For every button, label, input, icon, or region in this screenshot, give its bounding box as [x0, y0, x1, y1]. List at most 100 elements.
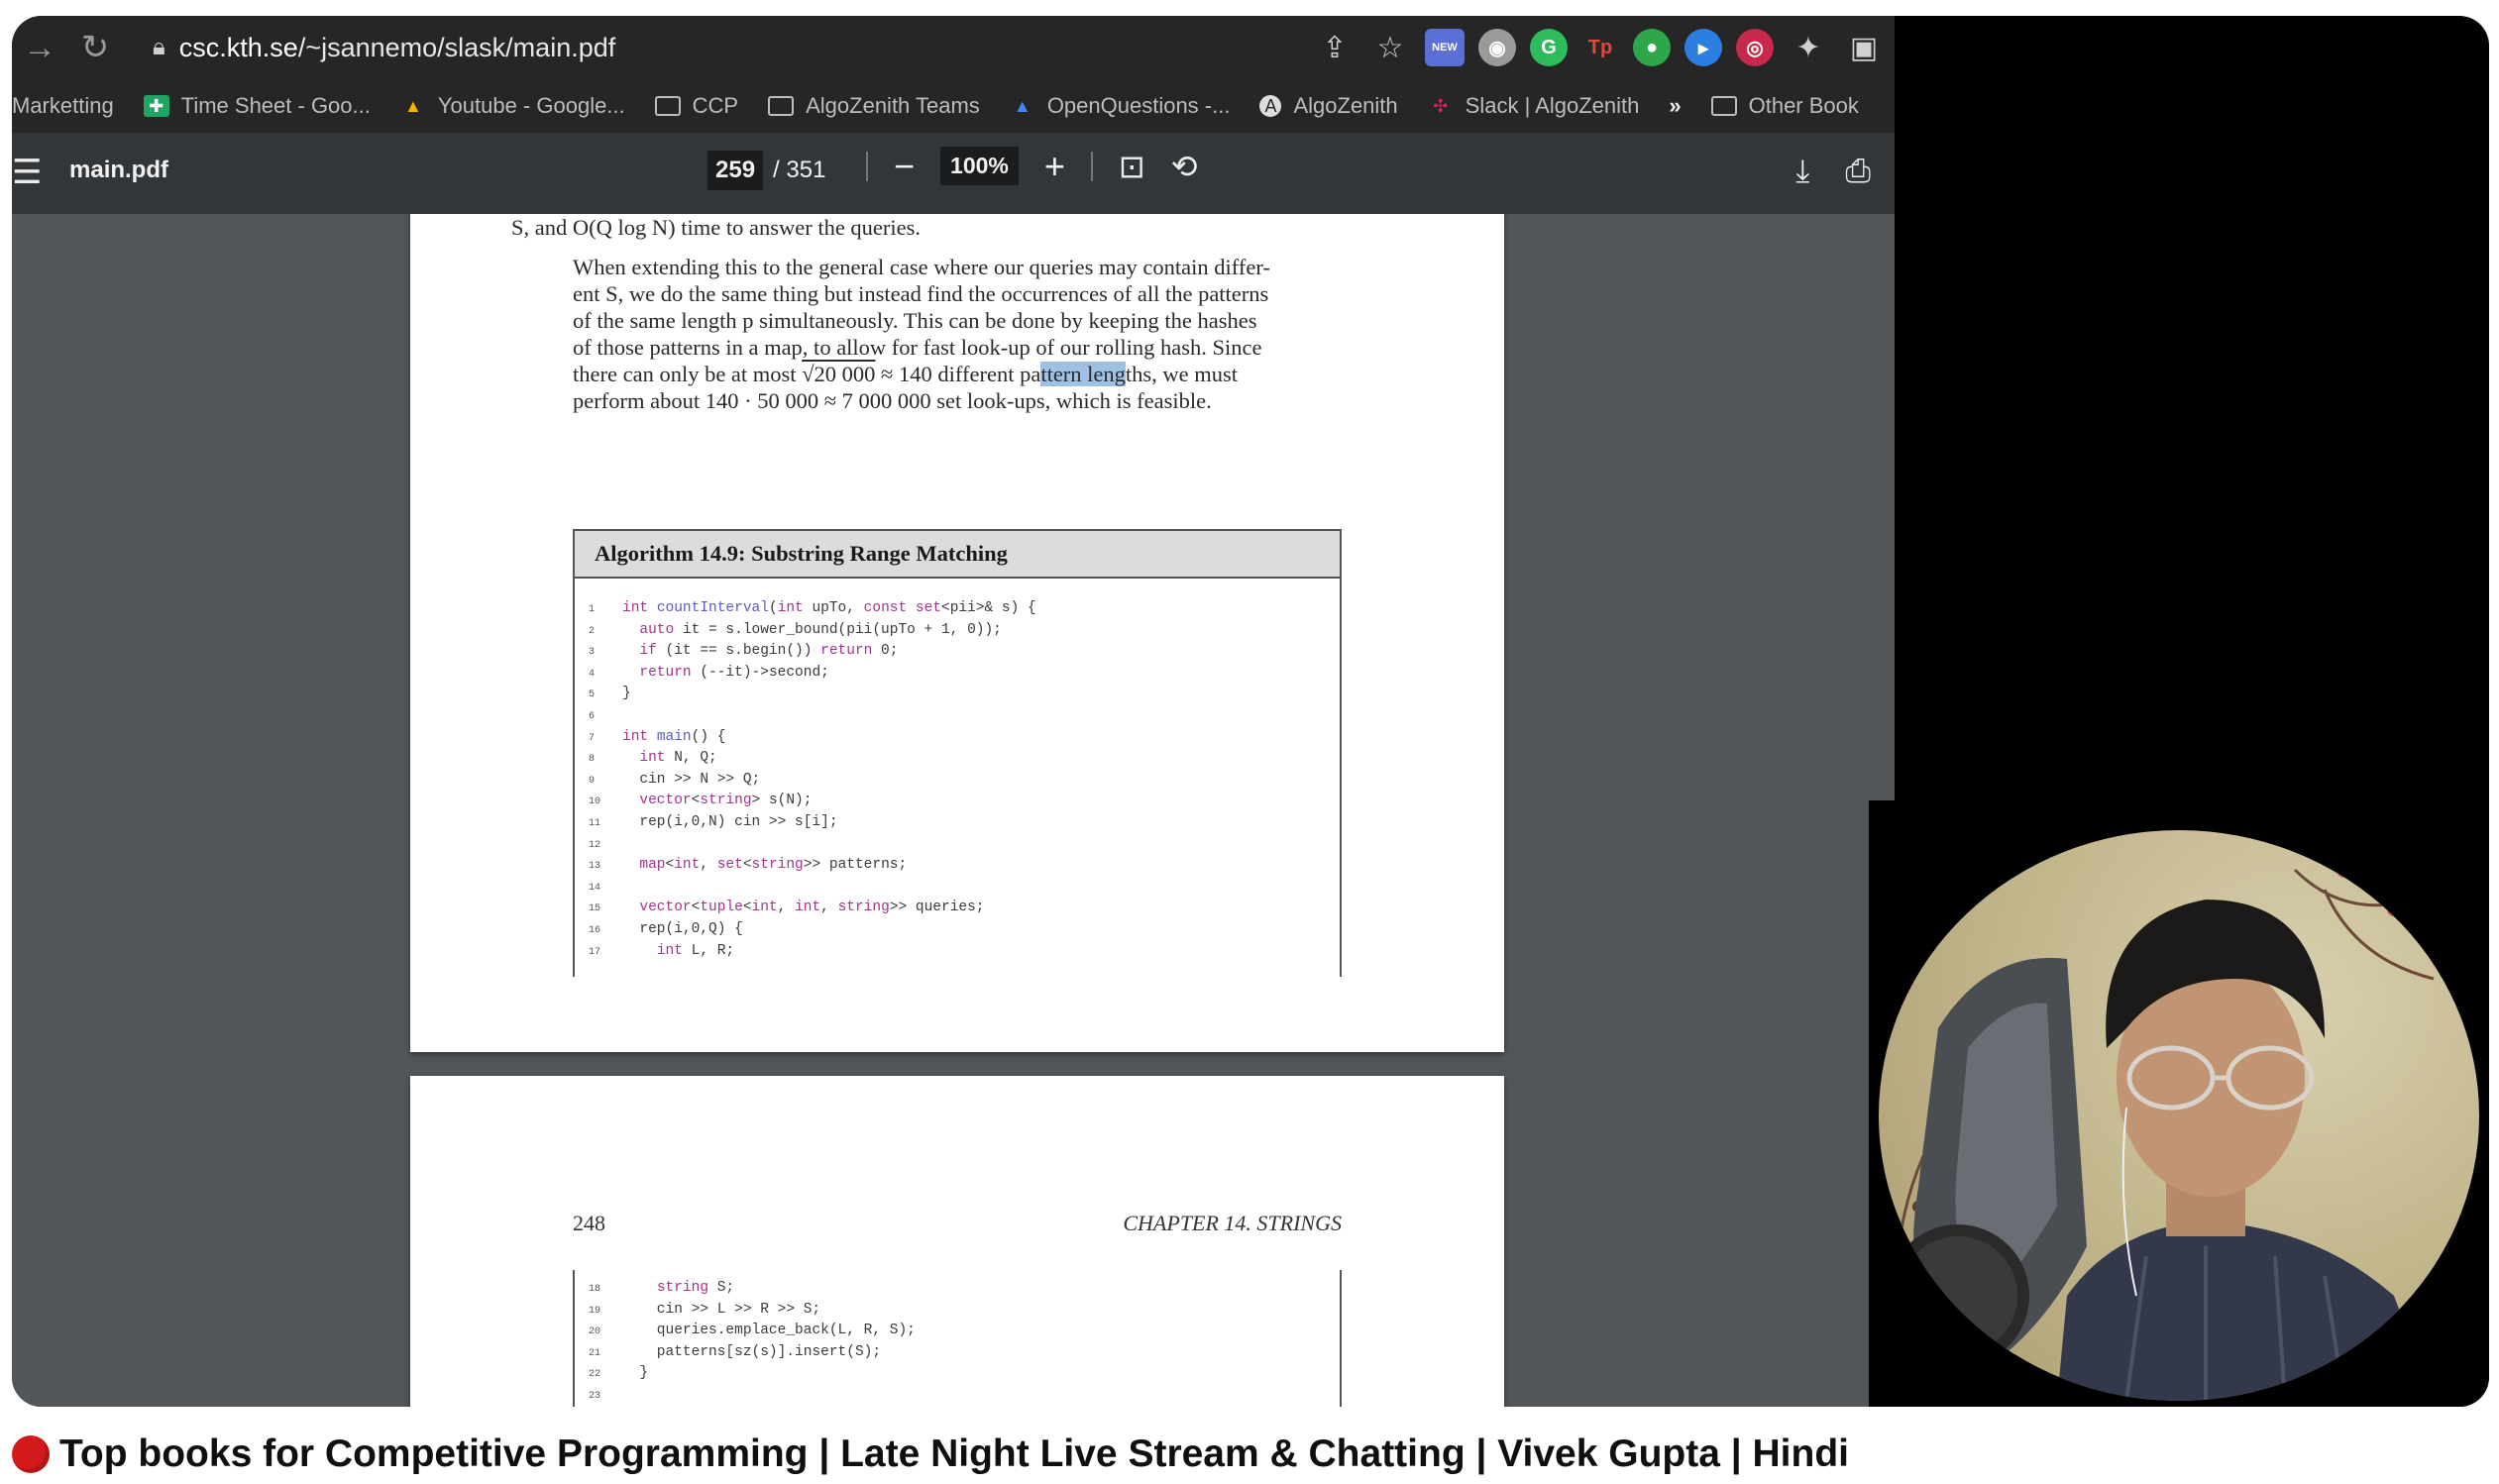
bookmark-item[interactable]: Marketting — [12, 93, 114, 119]
line-number: 22 — [589, 1369, 601, 1381]
code-line: 9 cin >> N >> Q; — [589, 770, 1036, 792]
print-icon[interactable]: ⎙ — [1845, 153, 1871, 190]
leaf-extension-icon[interactable]: ● — [1633, 29, 1671, 66]
video-frame[interactable]: → ↻ 🔒︎ csc.kth.se/~jsannemo/slask/main.p… — [12, 16, 2489, 1407]
folder-icon — [654, 96, 681, 116]
reload-icon[interactable]: ↻ — [67, 28, 123, 67]
line-number: 10 — [589, 796, 601, 808]
line-number: 23 — [589, 1390, 601, 1402]
code-line: 18 string S; — [589, 1278, 916, 1300]
streamer-figure — [1887, 862, 2440, 1401]
bookmark-item[interactable]: ✣ Slack | AlgoZenith — [1428, 93, 1639, 119]
bookmark-item[interactable]: ✚ Time Sheet - Goo... — [143, 93, 371, 119]
selected-text: ttern leng — [1040, 362, 1126, 386]
code-text: vector<tuple<int, int, string>> queries; — [639, 900, 985, 916]
tp-extension-icon[interactable]: Tp — [1581, 29, 1619, 66]
code-text: map<int, set<string>> patterns; — [639, 857, 908, 874]
rotate-icon[interactable]: ⟲ — [1171, 148, 1198, 185]
code-line: 3 if (it == s.begin()) return 0; — [589, 641, 1036, 663]
algorithm-box: Algorithm 14.9: Substring Range Matching… — [573, 529, 1342, 977]
code-text: patterns[sz(s)].insert(S); — [622, 1343, 882, 1360]
fit-page-icon[interactable]: ⊡ — [1119, 148, 1145, 185]
share-icon[interactable]: ⇪ — [1314, 31, 1356, 65]
menu-icon[interactable]: ☰ — [12, 153, 42, 192]
code-line: 4 return (--it)->second; — [589, 663, 1036, 685]
lock-icon[interactable]: 🔒︎ — [153, 34, 165, 61]
drive-icon: ▲ — [1013, 95, 1032, 116]
text-line: When extending this to the general case … — [573, 255, 1270, 279]
bookmark-item[interactable]: AlgoZenith Teams — [768, 93, 980, 119]
code-line: 8 int N, Q; — [589, 748, 1036, 770]
code-text: int main() { — [622, 728, 726, 745]
bookmarks-overflow-chevron[interactable]: » — [1669, 93, 1681, 119]
divider — [866, 151, 868, 181]
folder-icon — [768, 96, 795, 116]
forward-icon[interactable]: → — [12, 29, 67, 67]
code-listing: 18 string S; 19 cin >> L >> R >> S; 20 que… — [589, 1278, 916, 1407]
code-line: 12 — [589, 834, 1036, 856]
url-field[interactable]: csc.kth.se/~jsannemo/slask/main.pdf — [179, 33, 615, 63]
address-bar: → ↻ 🔒︎ csc.kth.se/~jsannemo/slask/main.p… — [12, 16, 1895, 79]
line-number: 7 — [589, 732, 596, 744]
video-title[interactable]: Top books for Competitive Programming | … — [12, 1432, 1849, 1476]
bookmarks-bar: Marketting ✚ Time Sheet - Goo... ▲ Youtube… — [12, 79, 1895, 133]
line-number: 17 — [589, 946, 601, 958]
code-text: cin >> L >> R >> S; — [622, 1301, 821, 1318]
record-extension-icon[interactable]: ◎ — [1736, 29, 1774, 66]
code-line: 1 int countInterval(int upTo, const set<p… — [589, 598, 1036, 620]
sidepanel-icon[interactable]: ▣ — [1843, 31, 1885, 65]
bookmark-item[interactable]: Other Book — [1710, 93, 1859, 119]
sheets-icon: ✚ — [143, 95, 169, 117]
pdf-toolbar: ☰ main.pdf 259 / 351 − 100% + ⊡ ⟲ ⤓ ⎙ — [12, 133, 1895, 214]
bookmark-item[interactable]: CCP — [654, 93, 738, 119]
text-line: perform about 140 · 50 000 ≈ 7 000 000 s… — [573, 388, 1212, 413]
pdf-actions: ⤓ ⎙ — [1795, 153, 1871, 190]
line-number: 5 — [589, 689, 596, 701]
code-line: 23 — [589, 1385, 916, 1407]
grammarly-icon[interactable]: G — [1530, 29, 1568, 66]
code-text: int L, R; — [656, 942, 735, 959]
page-total: / 351 — [773, 157, 826, 183]
line-number: 4 — [589, 668, 596, 680]
download-icon[interactable]: ⤓ — [1795, 153, 1809, 190]
zoom-input[interactable]: 100% — [940, 147, 1019, 185]
url-host: csc.kth.se — [178, 32, 298, 62]
code-text: } — [622, 686, 631, 702]
algorithm-title: Algorithm 14.9: Substring Range Matching — [575, 531, 1340, 579]
owl-extension-icon[interactable]: ◉ — [1478, 29, 1516, 66]
bookmark-item[interactable]: ▲ Youtube - Google... — [400, 93, 625, 119]
pdf-page: 248 CHAPTER 14. STRINGS 18 string S; 19 c… — [410, 1076, 1504, 1407]
zoom-in-button[interactable]: + — [1044, 148, 1065, 184]
bookmark-star-icon[interactable]: ☆ — [1369, 31, 1411, 65]
page-number-input[interactable]: 259 — [707, 151, 764, 190]
new-extension-icon[interactable]: NEW — [1425, 29, 1465, 66]
bookmark-item[interactable]: ▲ OpenQuestions -... — [1010, 93, 1231, 119]
meet-extension-icon[interactable]: ▸ — [1684, 29, 1722, 66]
code-line: 6 — [589, 705, 1036, 727]
code-text: rep(i,0,N) cin >> s[i]; — [622, 813, 838, 830]
webcam-overlay — [1879, 830, 2479, 1401]
code-text: int countInterval(int upTo, const set<pi… — [622, 600, 1036, 616]
code-line: 19 cin >> L >> R >> S; — [589, 1300, 916, 1322]
line-number: 21 — [589, 1347, 601, 1359]
zoom-out-button[interactable]: − — [894, 148, 915, 184]
code-line: 5} — [589, 684, 1036, 705]
bookmark-item[interactable]: A AlgoZenith — [1259, 93, 1398, 119]
code-line: 22 } — [589, 1363, 916, 1385]
code-line: 13 map<int, set<string>> patterns; — [589, 855, 1036, 877]
text-line: of the same length p simultaneously. Thi… — [573, 308, 1257, 333]
chapter-header: CHAPTER 14. STRINGS — [1123, 1211, 1342, 1235]
slack-icon: ✣ — [1433, 95, 1449, 116]
line-number: 12 — [589, 839, 601, 851]
code-text: string S; — [656, 1280, 735, 1296]
pdf-canvas[interactable]: S, and O(Q log N) time to answer the que… — [12, 214, 1895, 1407]
code-line: 7 int main() { — [589, 727, 1036, 749]
puzzle-icon[interactable]: ✦ — [1788, 31, 1829, 65]
line-number: 8 — [589, 754, 596, 766]
line-number: 13 — [589, 861, 601, 873]
text-line: ent S, we do the same thing but instead … — [573, 281, 1269, 306]
line-number: 9 — [589, 775, 596, 787]
live-indicator-icon — [12, 1435, 50, 1473]
drive-icon: ▲ — [403, 95, 422, 116]
code-line: 2 auto it = s.lower_bound(pii(upTo + 1, … — [589, 620, 1036, 642]
